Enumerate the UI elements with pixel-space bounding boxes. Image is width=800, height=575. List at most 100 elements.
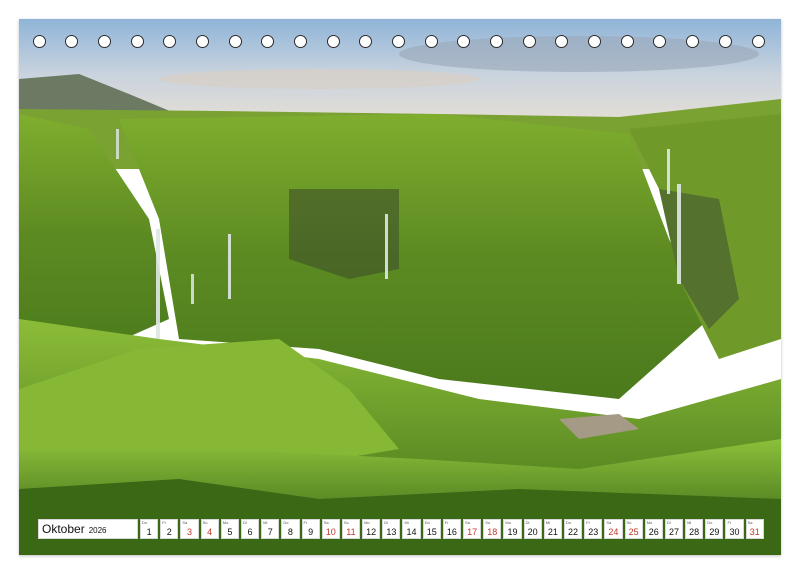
day-number: 10 <box>325 527 336 537</box>
day-number: 28 <box>689 527 700 537</box>
day-cell: Do 8 <box>281 519 300 539</box>
day-cell: Do 1 <box>140 519 159 539</box>
day-number: 27 <box>668 527 679 537</box>
weekday-label: Sa <box>465 520 470 525</box>
weekday-label: Fr <box>727 520 732 525</box>
day-number: 9 <box>308 527 314 537</box>
day-cell: Mo 5 <box>220 519 239 539</box>
day-number: 22 <box>568 527 579 537</box>
weekday-label: Sa <box>747 520 753 525</box>
weekday-label: Di <box>242 520 247 525</box>
day-cell: Mo 19 <box>503 519 522 539</box>
binding-hole <box>718 35 732 48</box>
day-cell: Di 27 <box>664 519 684 539</box>
day-number: 29 <box>709 527 720 537</box>
weekday-label: Do <box>565 520 572 525</box>
day-cell: Mi 28 <box>685 519 704 539</box>
weekday-label: Di <box>384 520 389 525</box>
day-number: 4 <box>207 527 213 537</box>
weekday-label: Mo <box>222 520 229 525</box>
binding-holes <box>19 19 781 53</box>
landscape-photo <box>19 19 781 555</box>
weekday-label: So <box>343 520 349 525</box>
day-number: 12 <box>366 527 377 537</box>
day-cell: So 18 <box>483 519 502 539</box>
month-name: Oktober <box>42 522 85 536</box>
weekday-label: Do <box>142 520 148 525</box>
weekday-label: Mi <box>545 520 550 525</box>
weekday-label: Mo <box>364 520 370 525</box>
weekday-label: Sa <box>182 520 188 525</box>
day-cell: Do 15 <box>422 519 441 539</box>
day-cells: Do 1 Fr 2 Sa 3 So 4 Mo 5 Di 6 Mi 7 Do 8 Fr 9 Sa 10 So 11 Mo 12 D… <box>140 519 764 539</box>
day-number: 31 <box>749 527 760 537</box>
day-cell: Mo 26 <box>644 519 663 539</box>
binding-hole <box>490 35 504 48</box>
day-number: 13 <box>386 527 397 537</box>
month-year: 2026 <box>88 525 107 535</box>
day-cell: So 11 <box>341 519 361 539</box>
weekday-label: Fr <box>586 520 590 525</box>
binding-hole <box>293 35 307 48</box>
binding-hole <box>130 35 144 48</box>
binding-hole <box>163 35 177 48</box>
day-cell: Sa 17 <box>463 519 482 539</box>
day-number: 11 <box>346 527 356 537</box>
day-cell: Mi 21 <box>543 519 562 539</box>
weekday-label: Do <box>707 520 713 525</box>
day-number: 8 <box>287 527 293 537</box>
binding-hole <box>97 35 111 48</box>
binding-hole <box>424 35 438 48</box>
day-number: 1 <box>146 527 152 537</box>
weekday-label: Do <box>283 520 289 525</box>
calendar-strip: Oktober 2026 Do 1 Fr 2 Sa 3 So 4 Mo 5 Di 6 Mi 7 Do 8 Fr 9… <box>38 519 764 539</box>
day-cell: Mo 12 <box>362 519 381 539</box>
binding-hole <box>359 35 373 48</box>
day-cell: Di 20 <box>523 519 542 539</box>
day-cell: Sa 31 <box>745 519 764 539</box>
weekday-label: Fr <box>303 520 308 525</box>
weekday-label: So <box>626 520 632 525</box>
day-number: 14 <box>406 527 417 537</box>
weekday-label: Sa <box>323 520 329 525</box>
weekday-label: Mi <box>687 520 692 525</box>
weekday-label: Mi <box>404 520 409 525</box>
day-number: 20 <box>527 527 538 537</box>
day-cell: Di 6 <box>240 519 260 539</box>
binding-hole <box>686 35 700 48</box>
day-number: 15 <box>426 527 437 537</box>
binding-hole <box>522 35 536 48</box>
day-cell: Fr 30 <box>725 519 744 539</box>
binding-hole <box>555 35 569 48</box>
binding-hole <box>392 35 405 48</box>
day-cell: So 4 <box>200 519 219 539</box>
weekday-label: Fr <box>162 520 166 525</box>
binding-hole <box>32 35 46 48</box>
weekday-label: Mo <box>646 520 653 525</box>
day-number: 25 <box>628 527 639 537</box>
weekday-label: Fr <box>444 520 449 525</box>
binding-hole <box>457 35 471 48</box>
month-label: Oktober 2026 <box>38 519 138 539</box>
day-number: 19 <box>507 527 518 537</box>
day-cell: Mi 14 <box>402 519 421 539</box>
weekday-label: Di <box>666 520 671 525</box>
day-cell: Do 22 <box>563 519 583 539</box>
day-number: 24 <box>608 527 619 537</box>
day-cell: Fr 9 <box>301 519 320 539</box>
weekday-label: Di <box>525 520 530 525</box>
day-number: 26 <box>648 527 659 537</box>
day-number: 30 <box>729 527 740 537</box>
day-cell: So 25 <box>624 519 643 539</box>
day-cell: Sa 3 <box>180 519 199 539</box>
day-cell: Fr 23 <box>584 519 603 539</box>
calendar-page: Oktober 2026 Do 1 Fr 2 Sa 3 So 4 Mo 5 Di 6 Mi 7 Do 8 Fr 9… <box>19 19 781 555</box>
day-number: 6 <box>247 527 253 537</box>
weekday-label: Mo <box>505 520 511 525</box>
binding-hole <box>228 35 242 48</box>
binding-hole <box>620 35 634 48</box>
day-number: 18 <box>487 527 498 537</box>
day-number: 23 <box>588 527 599 537</box>
binding-hole <box>195 35 209 48</box>
binding-hole <box>588 35 602 48</box>
